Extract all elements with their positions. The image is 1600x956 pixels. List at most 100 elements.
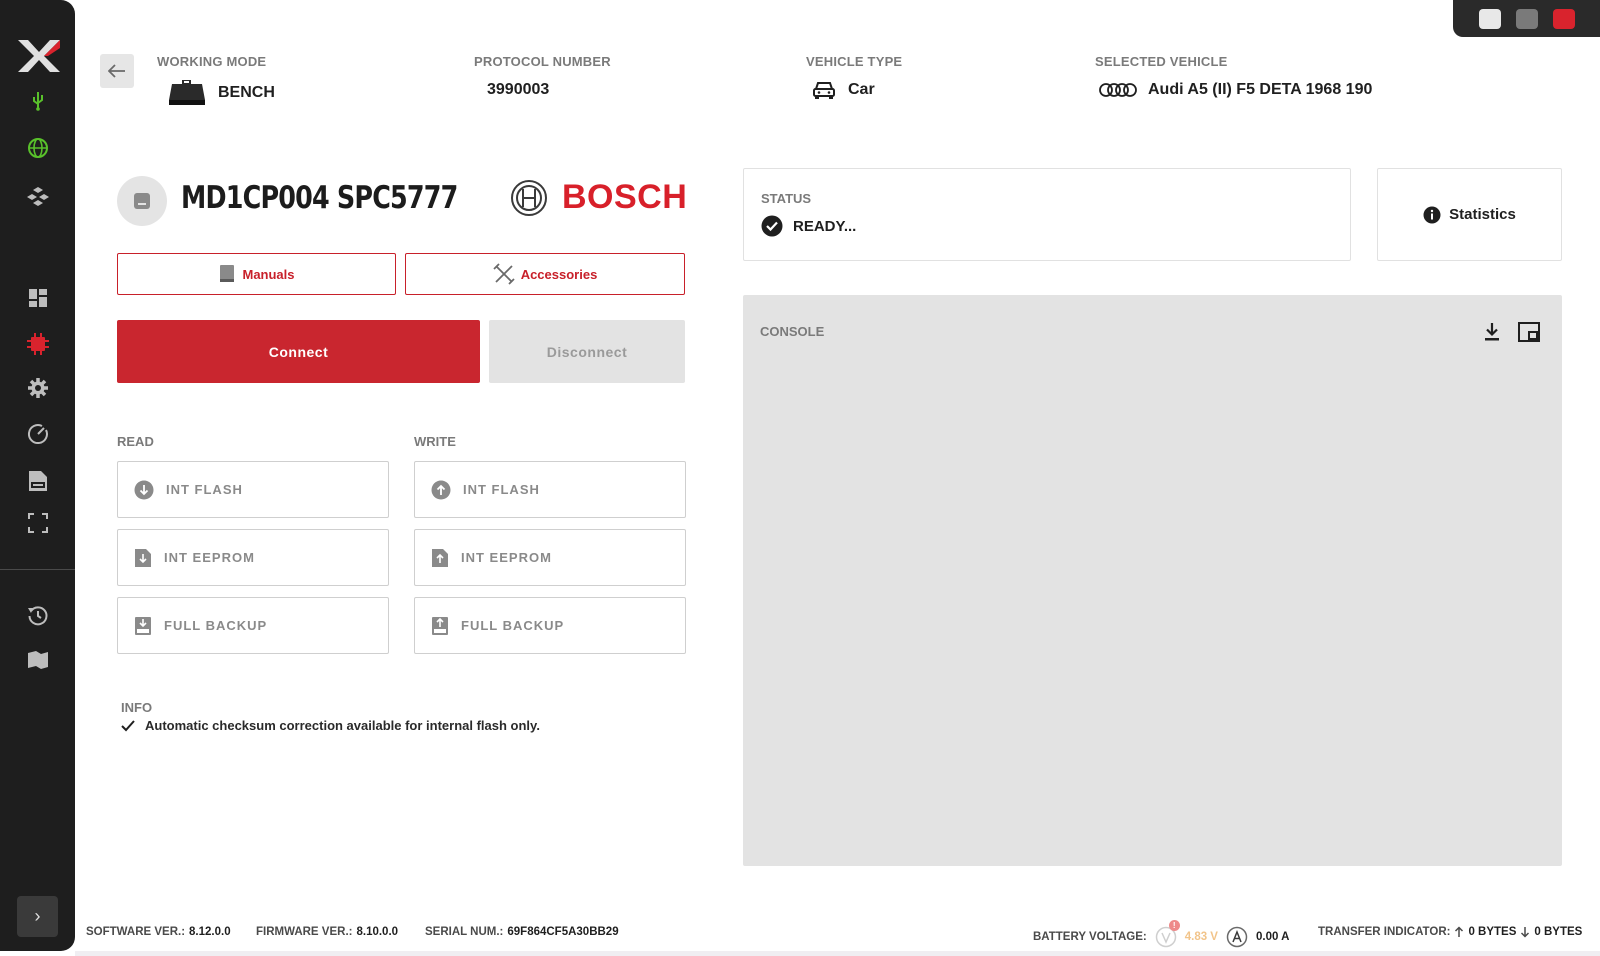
picture-in-picture-icon[interactable] bbox=[1516, 319, 1542, 345]
protocol-number-label: PROTOCOL NUMBER bbox=[474, 54, 611, 69]
ecu-box-icon bbox=[169, 80, 205, 105]
serial-number-label: SERIAL NUM.: bbox=[425, 926, 504, 938]
sidebar-divider bbox=[0, 569, 75, 570]
file-upload-icon bbox=[432, 548, 448, 567]
minimize-button[interactable] bbox=[1479, 9, 1501, 29]
firmware-version: FIRMWARE VER.: 8.10.0.0 bbox=[256, 926, 398, 938]
maximize-button[interactable] bbox=[1516, 9, 1538, 29]
working-mode-text: BENCH bbox=[218, 84, 275, 101]
console-label: CONSOLE bbox=[760, 324, 825, 339]
ecu-name: MD1CP004 SPC5777 bbox=[181, 180, 458, 216]
check-circle-icon bbox=[761, 215, 783, 237]
bosch-logo: BOSCH bbox=[510, 178, 687, 217]
close-button[interactable] bbox=[1553, 9, 1575, 29]
gear-icon[interactable] bbox=[24, 374, 52, 402]
serial-number: SERIAL NUM.: 69F864CF5A30BB29 bbox=[425, 926, 619, 938]
write-int-flash-button[interactable]: INT FLASH bbox=[414, 461, 686, 518]
write-int-eeprom-button[interactable]: INT EEPROM bbox=[414, 529, 686, 586]
vehicle-type-label: VEHICLE TYPE bbox=[806, 54, 903, 69]
software-version-label: SOFTWARE VER.: bbox=[86, 926, 186, 938]
vehicle-type-text: Car bbox=[848, 81, 875, 98]
tools-icon bbox=[493, 263, 515, 285]
selected-vehicle-text: Audi A5 (II) F5 DETA 1968 190 bbox=[1148, 81, 1373, 98]
firmware-version-value: 8.10.0.0 bbox=[356, 926, 399, 938]
ecu-chip-avatar bbox=[117, 176, 167, 226]
sidebar-expand-button[interactable]: › bbox=[17, 896, 58, 937]
console-panel: CONSOLE bbox=[743, 295, 1562, 866]
status-label: STATUS bbox=[761, 191, 812, 206]
chip-icon[interactable] bbox=[24, 330, 52, 358]
disconnect-button[interactable]: Disconnect bbox=[489, 320, 685, 383]
accessories-button[interactable]: Accessories bbox=[405, 253, 685, 295]
backup-upload-icon bbox=[432, 616, 448, 635]
manuals-label: Manuals bbox=[242, 266, 295, 282]
book-icon bbox=[220, 265, 235, 282]
dashboard-icon[interactable] bbox=[24, 284, 52, 312]
flag-icon[interactable] bbox=[24, 646, 52, 674]
firmware-version-label: FIRMWARE VER.: bbox=[256, 926, 353, 938]
info-message-text: Automatic checksum correction available … bbox=[145, 718, 540, 733]
read-full-backup-button[interactable]: FULL BACKUP bbox=[117, 597, 389, 654]
write-full-backup-button[interactable]: FULL BACKUP bbox=[414, 597, 686, 654]
write-int-flash-label: INT FLASH bbox=[463, 482, 540, 497]
globe-icon[interactable] bbox=[24, 134, 52, 162]
read-int-eeprom-label: INT EEPROM bbox=[164, 550, 255, 565]
car-icon bbox=[813, 82, 835, 99]
status-value-text: READY... bbox=[793, 217, 857, 235]
file-download-icon bbox=[135, 548, 151, 567]
bosch-armature-icon bbox=[511, 179, 547, 216]
working-mode-label: WORKING MODE bbox=[157, 54, 267, 69]
vehicle-type-value: Car bbox=[812, 80, 875, 100]
transfer-indicator: TRANSFER INDICATOR: 0 BYTES 0 BYTES bbox=[1318, 926, 1582, 938]
arrow-down-icon bbox=[1521, 927, 1530, 938]
fullscreen-icon[interactable] bbox=[24, 509, 52, 537]
read-int-eeprom-button[interactable]: INT EEPROM bbox=[117, 529, 389, 586]
arrow-left-icon bbox=[108, 64, 125, 78]
back-button[interactable] bbox=[100, 54, 134, 88]
info-circle-icon bbox=[1423, 206, 1441, 223]
serial-number-value: 69F864CF5A30BB29 bbox=[507, 926, 619, 938]
usb-icon[interactable] bbox=[24, 87, 52, 115]
manuals-button[interactable]: Manuals bbox=[117, 253, 396, 295]
bottom-border bbox=[75, 951, 1600, 956]
audi-rings-icon bbox=[1099, 83, 1137, 97]
read-section-label: READ bbox=[117, 434, 154, 449]
software-version: SOFTWARE VER.: 8.12.0.0 bbox=[86, 926, 231, 938]
read-int-flash-button[interactable]: INT FLASH bbox=[117, 461, 389, 518]
read-full-backup-label: FULL BACKUP bbox=[164, 618, 268, 633]
accessories-label: Accessories bbox=[520, 266, 598, 282]
transfer-indicator-label: TRANSFER INDICATOR: bbox=[1318, 926, 1451, 938]
window-controls bbox=[1453, 0, 1600, 37]
voltage-warning-badge: ! bbox=[1168, 920, 1180, 931]
info-message: Automatic checksum correction available … bbox=[121, 718, 540, 733]
connect-button[interactable]: Connect bbox=[117, 320, 480, 383]
status-value: READY... bbox=[761, 215, 856, 237]
working-mode-value: BENCH bbox=[168, 80, 275, 106]
current-value: 0.00 A bbox=[1255, 931, 1290, 943]
selected-vehicle-value: Audi A5 (II) F5 DETA 1968 190 bbox=[1098, 81, 1372, 99]
arrow-up-icon bbox=[1455, 926, 1464, 937]
upload-bytes: 0 BYTES bbox=[1468, 926, 1517, 938]
statistics-button[interactable]: Statistics bbox=[1377, 168, 1562, 261]
upload-circle-icon bbox=[431, 480, 451, 499]
download-icon[interactable] bbox=[1479, 319, 1505, 345]
battery-voltage: BATTERY VOLTAGE: ! 4.83 V 0.00 A bbox=[1033, 920, 1290, 948]
x-logo-icon bbox=[18, 40, 60, 72]
write-int-eeprom-label: INT EEPROM bbox=[461, 550, 552, 565]
log-icon[interactable] bbox=[24, 467, 52, 495]
battery-voltage-label: BATTERY VOLTAGE: bbox=[1033, 931, 1147, 943]
gauge-icon[interactable] bbox=[24, 420, 52, 448]
history-icon[interactable] bbox=[24, 602, 52, 630]
status-panel: STATUS READY... bbox=[743, 168, 1351, 261]
backup-download-icon bbox=[135, 616, 151, 635]
selected-vehicle-label: SELECTED VEHICLE bbox=[1095, 54, 1228, 69]
info-label: INFO bbox=[121, 700, 153, 715]
cubes-icon[interactable] bbox=[24, 183, 52, 211]
protocol-number-value: 3990003 bbox=[487, 81, 550, 98]
write-full-backup-label: FULL BACKUP bbox=[461, 618, 565, 633]
download-circle-icon bbox=[134, 480, 154, 499]
sidebar: › bbox=[0, 0, 75, 951]
ampere-icon bbox=[1226, 926, 1248, 948]
bosch-brand-text: BOSCH bbox=[562, 178, 688, 216]
write-section-label: WRITE bbox=[414, 434, 456, 449]
